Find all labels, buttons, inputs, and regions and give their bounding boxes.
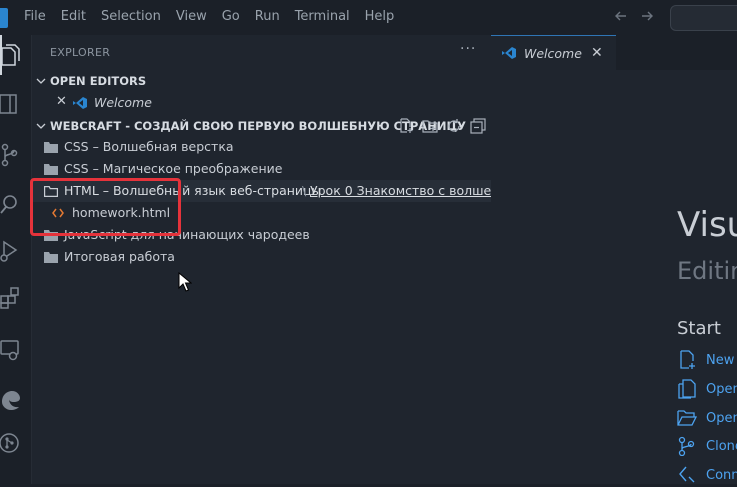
activity-source-control[interactable] xyxy=(0,135,30,175)
magnifier-icon xyxy=(0,195,17,214)
edge-devtools-icon xyxy=(2,391,20,410)
close-icon[interactable]: ✕ xyxy=(591,45,603,61)
menu-selection[interactable]: Selection xyxy=(101,9,161,24)
activity-search-2[interactable] xyxy=(0,185,30,225)
menu-view[interactable]: View xyxy=(176,9,207,24)
highlight-annotation xyxy=(30,178,181,236)
more-actions-button[interactable]: ··· xyxy=(460,41,476,57)
run-debug-icon xyxy=(0,240,18,262)
open-editor-item-welcome[interactable]: ✕ Welcome xyxy=(32,92,491,114)
activity-git-graph[interactable] xyxy=(0,423,30,463)
activity-bar xyxy=(0,35,32,484)
open-file-icon xyxy=(678,379,696,399)
menu-terminal[interactable]: Terminal xyxy=(295,9,350,24)
activity-remote-explorer[interactable] xyxy=(0,330,30,370)
folder-icon xyxy=(44,164,58,175)
open-editors-label: OPEN EDITORS xyxy=(50,74,147,88)
tab-bar: Welcome ✕ xyxy=(491,35,737,71)
command-center-search[interactable] xyxy=(670,5,737,31)
refresh-icon[interactable] xyxy=(446,118,462,134)
new-file-icon[interactable] xyxy=(398,118,414,134)
git-clone-icon xyxy=(678,436,695,456)
start-new-file[interactable]: New xyxy=(677,350,737,372)
start-item-label: Open xyxy=(706,382,737,397)
new-file-icon xyxy=(680,350,695,369)
start-clone-repo[interactable]: Clone xyxy=(677,436,737,458)
activity-explorer[interactable] xyxy=(0,35,30,75)
welcome-subtitle: Editin xyxy=(677,257,737,285)
explorer-sidebar: EXPLORER ··· OPEN EDITORS ✕ Welcome WEBC… xyxy=(32,35,503,484)
start-item-label: New xyxy=(706,353,735,368)
tree-folder-final[interactable]: Итоговая работа xyxy=(32,246,491,268)
vscode-icon xyxy=(73,97,87,109)
editor-area: Welcome ✕ Visu Editin Start New Open Ope… xyxy=(491,35,737,484)
menu-file[interactable]: File xyxy=(24,9,46,24)
folder-icon xyxy=(44,252,58,263)
new-folder-icon[interactable] xyxy=(422,118,438,134)
tree-folder-label: Итоговая работа xyxy=(64,249,175,264)
start-item-label: Clone xyxy=(706,439,737,454)
menu-bar: File Edit Selection View Go Run Terminal… xyxy=(24,9,409,24)
activity-extensions[interactable] xyxy=(0,278,30,318)
start-heading: Start xyxy=(677,318,721,339)
vscode-logo-icon xyxy=(0,8,8,28)
mouse-cursor-icon xyxy=(178,272,192,292)
compact-subfolder-label[interactable]: Урок 0 Знакомство с волше... xyxy=(310,183,503,198)
start-open-folder[interactable]: Open xyxy=(677,408,737,430)
tree-folder-label: CSS – Волшебная верстка xyxy=(64,139,234,154)
collapse-all-icon[interactable] xyxy=(470,118,486,134)
welcome-title: Visu xyxy=(677,205,737,245)
open-editors-header[interactable]: OPEN EDITORS xyxy=(32,70,491,92)
start-open-file[interactable]: Open xyxy=(677,379,737,401)
tab-welcome[interactable]: Welcome ✕ xyxy=(491,35,616,71)
start-item-label: Conn xyxy=(706,468,737,483)
chevron-down-icon xyxy=(36,123,46,129)
menu-go[interactable]: Go xyxy=(222,9,240,24)
workspace-actions xyxy=(398,118,486,134)
tree-folder-label: CSS – Магическое преображение xyxy=(64,161,283,176)
source-control-icon xyxy=(1,143,18,167)
search-icon xyxy=(0,94,17,114)
tree-folder-css-1[interactable]: CSS – Волшебная верстка xyxy=(32,136,491,158)
explorer-icon xyxy=(1,44,20,66)
folder-icon xyxy=(44,142,58,153)
arrow-left-icon[interactable] xyxy=(614,9,628,23)
activity-edge-devtools[interactable] xyxy=(0,380,30,420)
path-separator: \ xyxy=(302,183,307,198)
activity-run-debug[interactable] xyxy=(0,230,30,270)
git-graph-icon xyxy=(0,433,19,453)
sidebar-title: EXPLORER xyxy=(50,46,111,59)
title-bar: File Edit Selection View Go Run Terminal… xyxy=(0,0,737,35)
workspace-header[interactable]: WEBCRAFT - СОЗДАЙ СВОЮ ПЕРВУЮ ВОЛШЕБНУЮ … xyxy=(32,115,491,137)
remote-explorer-icon xyxy=(0,340,19,361)
vscode-icon xyxy=(502,47,516,59)
chevron-down-icon xyxy=(36,78,46,84)
menu-help[interactable]: Help xyxy=(365,9,395,24)
start-item-label: Open xyxy=(706,411,737,426)
extensions-icon xyxy=(0,287,19,309)
activity-search[interactable] xyxy=(0,85,30,125)
tree-folder-css-2[interactable]: CSS – Магическое преображение xyxy=(32,158,491,180)
close-icon[interactable]: ✕ xyxy=(56,94,67,109)
tab-label: Welcome xyxy=(524,46,582,61)
open-folder-icon xyxy=(677,410,697,426)
menu-edit[interactable]: Edit xyxy=(61,9,86,24)
menu-run[interactable]: Run xyxy=(255,9,280,24)
arrow-right-icon[interactable] xyxy=(640,9,654,23)
remote-connect-icon xyxy=(679,466,695,483)
open-editor-label: Welcome xyxy=(94,95,152,110)
navigation-arrows xyxy=(614,9,654,23)
